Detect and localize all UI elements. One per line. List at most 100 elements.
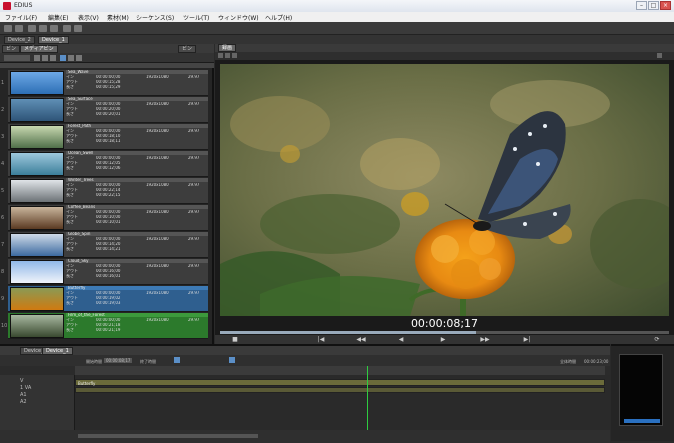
- tab-bin[interactable]: ビン: [2, 45, 21, 53]
- timeline-clip[interactable]: Butterfly: [75, 379, 605, 386]
- menu-clip[interactable]: 素材(M): [107, 13, 129, 22]
- clip-thumbnail[interactable]: [10, 125, 64, 149]
- menu-help[interactable]: ヘルプ(H): [265, 13, 292, 22]
- clip-thumbnail[interactable]: [10, 233, 64, 257]
- timeline-audio-clip[interactable]: [75, 387, 605, 393]
- row-label: アウト: [66, 269, 78, 273]
- cut-icon[interactable]: [28, 25, 36, 32]
- clip-format: 1920x1080: [146, 210, 169, 214]
- menu-view[interactable]: 表示(V): [78, 13, 99, 22]
- in-value[interactable]: 00:00:08;17: [104, 358, 133, 363]
- menu-sequence[interactable]: シーケンス(S): [136, 13, 174, 22]
- tab-recorder[interactable]: 録画: [218, 44, 237, 52]
- row-label: アウト: [66, 242, 78, 246]
- clip-thumbnail[interactable]: [10, 152, 64, 176]
- ripple-icon[interactable]: [229, 357, 235, 363]
- play-button[interactable]: ▶: [437, 336, 449, 343]
- copy-icon[interactable]: [39, 25, 47, 32]
- bin-clip-item[interactable]: 2 Sea_Surface イン 00:00:00;00 1920x1080 29.97 ア…: [1, 97, 208, 123]
- timeline-playhead[interactable]: [367, 366, 368, 434]
- grid-view-icon[interactable]: [34, 55, 40, 61]
- tab-media-bin[interactable]: メディアビン: [20, 45, 58, 53]
- clip-thumbnail[interactable]: [10, 206, 64, 230]
- bin-clip-item[interactable]: 10 Film_of_the_Forest イン 00:00:00;00 1920x10…: [1, 313, 208, 339]
- row-label: 長さ: [66, 220, 74, 224]
- row-label: 長さ: [66, 166, 74, 170]
- timeline-scrollbar[interactable]: [0, 430, 610, 443]
- clip-thumbnail[interactable]: [10, 71, 64, 95]
- bin-clip-item[interactable]: 7 Globe_Spin イン 00:00:00;00 1920x1080 29.97 アウ…: [1, 232, 208, 258]
- maximize-button[interactable]: □: [648, 1, 659, 10]
- search-icon[interactable]: [50, 55, 56, 61]
- track-label-a1[interactable]: A1: [20, 392, 27, 398]
- menu-window[interactable]: ウィンドウ(W): [218, 13, 259, 22]
- clip-format: 1920x1080: [146, 318, 169, 322]
- fast-forward-button[interactable]: ▶▶: [479, 336, 491, 343]
- track-label-v[interactable]: V: [20, 378, 23, 384]
- close-button[interactable]: ×: [660, 1, 671, 10]
- rewind-button[interactable]: ◀◀: [355, 336, 367, 343]
- save-icon[interactable]: [15, 25, 23, 32]
- tab-device-1[interactable]: Device_1: [38, 36, 69, 44]
- scrub-bar[interactable]: [220, 331, 669, 334]
- timeline-ruler[interactable]: [75, 366, 605, 375]
- track-label-a2[interactable]: A2: [20, 399, 27, 405]
- bin-toolbar: [0, 53, 214, 63]
- row-label: 長さ: [66, 247, 74, 251]
- tab-timeline-device-1[interactable]: Device_1: [42, 347, 73, 355]
- zoom-icon[interactable]: [232, 53, 237, 58]
- mark-in-icon[interactable]: [218, 53, 223, 58]
- go-to-start-button[interactable]: |◀: [315, 336, 327, 343]
- loop-button[interactable]: ⟳: [651, 336, 663, 343]
- clip-fps: 29.97: [188, 75, 200, 79]
- redo-icon[interactable]: [74, 25, 82, 32]
- clip-thumbnail[interactable]: [10, 287, 64, 311]
- minimize-button[interactable]: –: [636, 1, 647, 10]
- list-view-icon[interactable]: [42, 55, 48, 61]
- clip-thumbnail[interactable]: [10, 314, 64, 338]
- clip-tc-out: 00:00:10;00: [96, 215, 121, 219]
- clip-format: 1920x1080: [146, 129, 169, 133]
- menu-edit[interactable]: 編集(E): [48, 13, 68, 22]
- clip-tc-in: 00:00:00;00: [96, 237, 121, 241]
- paste-icon[interactable]: [50, 25, 58, 32]
- bin-clip-item[interactable]: 3 Forest_Path イン 00:00:00;00 1920x1080 29.97 ア…: [1, 124, 208, 150]
- bin-clip-item[interactable]: 5 Winter_Trees イン 00:00:00;00 1920x1080 29.97…: [1, 178, 208, 204]
- import-icon[interactable]: [68, 55, 74, 61]
- bin-clip-item[interactable]: 8 Cloud_Sky イン 00:00:00;00 1920x1080 29.97 アウト…: [1, 259, 208, 285]
- snap-icon[interactable]: [174, 357, 180, 363]
- total-label: 全体時間: [560, 359, 576, 364]
- out-label: 終了時間: [140, 359, 156, 364]
- clip-name: Ocean_Swell: [66, 151, 208, 155]
- undo-icon[interactable]: [63, 25, 71, 32]
- menu-bar: ファイル(F) 編集(E) 表示(V) 素材(M) シーケンス(S) ツール(T…: [0, 12, 674, 22]
- filter-icon[interactable]: [60, 55, 66, 61]
- bin-clip-item[interactable]: 4 Ocean_Swell イン 00:00:00;00 1920x1080 29.97 ア…: [1, 151, 208, 177]
- clip-duration: 00:00:16;01: [96, 274, 121, 278]
- clip-thumbnail[interactable]: [10, 98, 64, 122]
- new-project-icon[interactable]: [4, 25, 12, 32]
- menu-file[interactable]: ファイル(F): [5, 13, 37, 22]
- row-label: イン: [66, 156, 74, 160]
- clip-duration: 00:00:21;19: [96, 328, 121, 332]
- properties-icon[interactable]: [76, 55, 82, 61]
- stop-button[interactable]: ■: [229, 336, 241, 343]
- folder-dropdown[interactable]: [4, 55, 30, 61]
- step-back-button[interactable]: ◀: [395, 336, 407, 343]
- go-to-end-button[interactable]: ▶|: [521, 336, 533, 343]
- video-frame[interactable]: [220, 64, 669, 316]
- bin-clip-item[interactable]: 6 Coffee_Beans イン 00:00:00;00 1920x1080 29.97…: [1, 205, 208, 231]
- bin-right-label[interactable]: ビン: [178, 45, 197, 53]
- menu-tools[interactable]: ツール(T): [183, 13, 209, 22]
- viewer-settings-icon[interactable]: [657, 53, 662, 58]
- clip-thumbnail[interactable]: [10, 179, 64, 203]
- timeline-scroll-thumb[interactable]: [78, 434, 258, 438]
- bin-clip-item[interactable]: 1 Sea_Wave イン 00:00:00;00 1920x1080 29.97 アウト 0…: [1, 70, 208, 96]
- clip-duration: 00:00:14;21: [96, 247, 121, 251]
- clip-duration: 00:00:18;11: [96, 139, 121, 143]
- clip-thumbnail[interactable]: [10, 260, 64, 284]
- track-label-va[interactable]: 1 VA: [20, 385, 31, 391]
- tab-device-2[interactable]: Device_2: [4, 36, 35, 44]
- mark-out-icon[interactable]: [225, 53, 230, 58]
- bin-clip-item[interactable]: 9 Butterfly イン 00:00:00;00 1920x1080 29.97 アウト…: [1, 286, 208, 312]
